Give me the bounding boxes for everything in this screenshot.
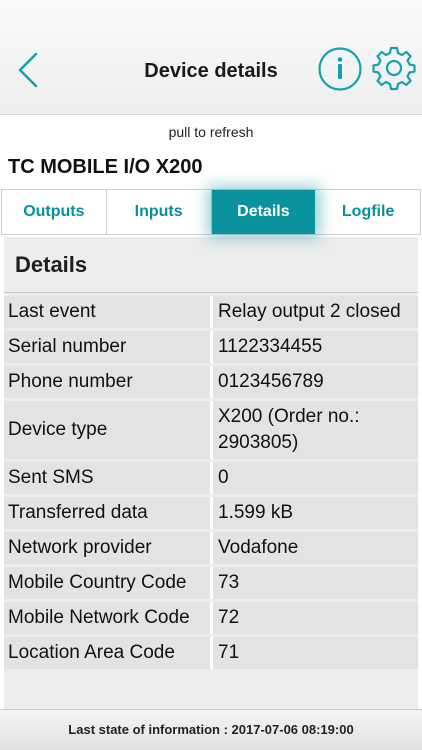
section-title: Details xyxy=(4,237,418,293)
row-value: 1.599 kB xyxy=(213,497,418,529)
row-label: Mobile Network Code xyxy=(4,602,213,634)
table-row: Serial number 1122334455 xyxy=(4,331,418,363)
table-row: Mobile Country Code 73 xyxy=(4,567,418,599)
row-label: Mobile Country Code xyxy=(4,567,213,599)
gear-icon xyxy=(372,46,416,91)
row-label: Sent SMS xyxy=(4,462,213,494)
row-value: Vodafone xyxy=(213,532,418,564)
row-value: 73 xyxy=(213,567,418,599)
tab-details[interactable]: Details xyxy=(211,190,317,234)
table-row: Mobile Network Code 72 xyxy=(4,602,418,634)
pull-to-refresh-hint: pull to refresh xyxy=(168,124,254,140)
table-row: Last event Relay output 2 closed xyxy=(4,296,418,328)
row-label: Device type xyxy=(4,401,213,459)
info-button[interactable] xyxy=(317,46,363,92)
row-label: Last event xyxy=(4,296,213,328)
table-row: Sent SMS 0 xyxy=(4,462,418,494)
device-name: TC MOBILE I/O X200 xyxy=(8,156,203,178)
settings-button[interactable] xyxy=(370,44,418,92)
tab-logfile[interactable]: Logfile xyxy=(316,190,420,234)
details-table: Last event Relay output 2 closed Serial … xyxy=(4,293,418,672)
tab-outputs[interactable]: Outputs xyxy=(2,190,107,234)
row-label: Transferred data xyxy=(4,497,213,529)
row-value: 72 xyxy=(213,602,418,634)
row-value: Relay output 2 closed xyxy=(213,296,418,328)
navigation-bar: Device details xyxy=(0,0,422,115)
table-row: Transferred data 1.599 kB xyxy=(4,497,418,529)
row-value: X200 (Order no.: 2903805) xyxy=(213,401,418,459)
row-value: 0123456789 xyxy=(213,366,418,398)
row-label: Network provider xyxy=(4,532,213,564)
details-section: Details Last event Relay output 2 closed… xyxy=(4,237,418,710)
table-row: Device type X200 (Order no.: 2903805) xyxy=(4,401,418,459)
table-row: Location Area Code 71 xyxy=(4,637,418,669)
info-icon xyxy=(318,47,362,91)
last-update-footer: Last state of information : 2017-07-06 0… xyxy=(0,709,422,750)
row-value: 71 xyxy=(213,637,418,669)
table-row: Phone number 0123456789 xyxy=(4,366,418,398)
table-row: Network provider Vodafone xyxy=(4,532,418,564)
row-label: Phone number xyxy=(4,366,213,398)
row-value: 1122334455 xyxy=(213,331,418,363)
row-label: Serial number xyxy=(4,331,213,363)
tab-inputs[interactable]: Inputs xyxy=(106,190,212,234)
tab-bar: Outputs Inputs Details Logfile xyxy=(1,189,421,235)
row-label: Location Area Code xyxy=(4,637,213,669)
row-value: 0 xyxy=(213,462,418,494)
